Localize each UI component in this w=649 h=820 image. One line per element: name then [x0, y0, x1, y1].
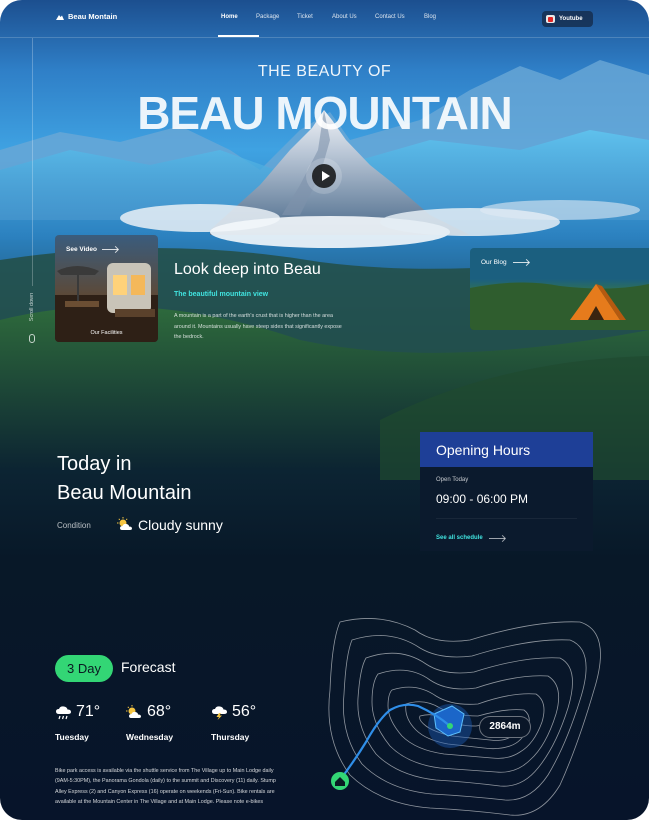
- hero-kicker: THE BEAUTY OF: [257, 63, 392, 80]
- arrow-right-icon: [488, 537, 505, 539]
- condition-value: Cloudy sunny: [138, 517, 223, 533]
- forecast-day-wednesday: 68° Wednesday: [126, 703, 173, 742]
- see-all-schedule-label: See all schedule: [436, 535, 483, 541]
- arrow-right-icon: [101, 249, 118, 250]
- nav-item-ticket[interactable]: Ticket: [297, 14, 332, 20]
- brand-name: Beau Montain: [68, 12, 118, 21]
- mountain-logo-icon: [56, 15, 64, 20]
- top-navigation-bar: Beau Montain Home Package Ticket About U…: [0, 0, 649, 38]
- see-video-label: See Video: [66, 246, 97, 253]
- forecast-temp: 56°: [232, 703, 257, 720]
- forecast-day-tuesday: 71° Tuesday: [55, 703, 100, 742]
- nav-item-home[interactable]: Home: [218, 14, 259, 37]
- bike-park-note: Bike park access is available via the sh…: [55, 768, 276, 806]
- three-day-pill: 3 Day: [55, 655, 113, 682]
- home-pin-icon[interactable]: [331, 772, 349, 790]
- opening-hours-card: Opening Hours Open Today 09:00 - 06:00 P…: [420, 432, 593, 551]
- forecast-temp: 71°: [76, 703, 101, 720]
- play-icon[interactable]: [312, 164, 336, 188]
- see-video-link[interactable]: See Video: [66, 246, 118, 253]
- page: Beau Montain Home Package Ticket About U…: [0, 0, 649, 820]
- youtube-icon: [546, 15, 555, 23]
- scroll-rail: [32, 38, 33, 286]
- partly-cloudy-icon: [117, 517, 132, 530]
- open-hours-time: 09:00 - 06:00 PM: [436, 492, 529, 506]
- intro-body: A mountain is a part of the earth's crus…: [174, 313, 342, 340]
- see-video-card[interactable]: See Video Our Facilities: [55, 235, 158, 342]
- mouse-icon: [29, 334, 35, 343]
- our-blog-label: Our Blog: [481, 259, 507, 266]
- today-title: Today in Beau Mountain: [57, 450, 192, 508]
- altitude-badge: 2864m: [479, 716, 531, 738]
- nav-item-blog[interactable]: Blog: [424, 14, 444, 20]
- nav-item-package[interactable]: Package: [256, 14, 297, 20]
- today-title-line1: Today in: [57, 453, 132, 475]
- nav-item-contact-us[interactable]: Contact Us: [375, 14, 424, 20]
- intro-subtitle: The beautiful mountain view: [174, 291, 269, 298]
- youtube-label: Youtube: [559, 16, 583, 22]
- nav-item-about-us[interactable]: About Us: [332, 14, 375, 20]
- youtube-button[interactable]: Youtube: [542, 11, 593, 27]
- brand[interactable]: Beau Montain: [56, 12, 117, 21]
- topographic-map: [328, 618, 601, 816]
- our-blog-card[interactable]: Our Blog: [470, 248, 649, 330]
- hero-headline: BEAU MOUNTAIN: [137, 87, 513, 139]
- see-all-schedule-link[interactable]: See all schedule: [436, 535, 505, 541]
- forecast-title: Forecast: [121, 659, 176, 675]
- forecast-day-thursday: 56° Thursday: [211, 703, 256, 742]
- rain-cloud-icon: [56, 705, 71, 719]
- thunder-cloud-icon: [212, 705, 227, 720]
- main-nav: Home Package Ticket About Us Contact Us …: [218, 14, 444, 37]
- partly-cloudy-icon: [126, 704, 141, 718]
- intro-title: Look deep into Beau: [174, 261, 321, 278]
- forecast-temp: 68°: [147, 703, 172, 720]
- today-title-line2: Beau Mountain: [57, 482, 192, 504]
- condition-label: Condition: [57, 521, 91, 530]
- forecast-day-name: Wednesday: [126, 732, 174, 742]
- divider: [436, 518, 577, 519]
- opening-hours-title: Opening Hours: [420, 432, 593, 467]
- forecast-day-name: Tuesday: [55, 732, 89, 742]
- scroll-down-label[interactable]: Scroll down: [29, 287, 35, 327]
- open-today-label: Open Today: [436, 477, 469, 483]
- arrow-right-icon: [512, 262, 529, 263]
- facilities-caption: Our Facilities: [90, 330, 123, 336]
- our-blog-link[interactable]: Our Blog: [481, 259, 529, 266]
- forecast-day-name: Thursday: [211, 732, 250, 742]
- summit-point: [447, 723, 453, 729]
